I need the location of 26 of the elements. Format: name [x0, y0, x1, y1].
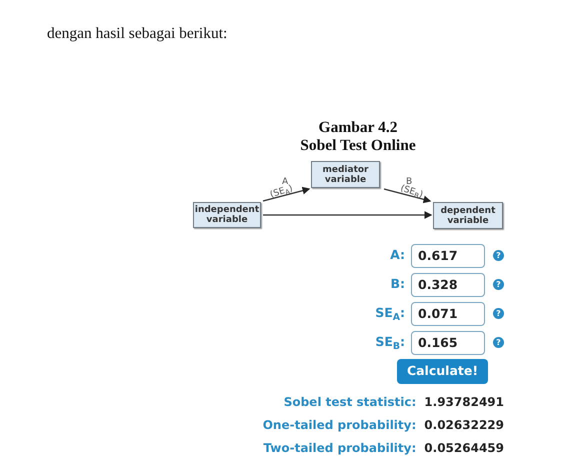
- figure-number: Gambar 4.2: [318, 119, 398, 138]
- node-box: dependent variable: [433, 202, 503, 230]
- field-label: SE$_{A}$:: [375, 304, 405, 324]
- path-label: A: [282, 177, 288, 188]
- input-field[interactable]: 0.617: [411, 244, 485, 268]
- result-label: Two-tailed probability:: [263, 440, 416, 457]
- help-icon[interactable]: ?: [493, 250, 504, 262]
- field-label: B:: [390, 275, 405, 294]
- node-box: independent variable: [193, 202, 261, 228]
- input-field[interactable]: 0.328: [411, 272, 485, 297]
- input-field[interactable]: 0.071: [411, 302, 485, 326]
- field-label: A:: [390, 246, 405, 264]
- field-label: SE$_{B}$:: [375, 333, 405, 352]
- result-value: 0.05264459: [424, 440, 504, 456]
- figure-title: Sobel Test Online: [299, 137, 417, 156]
- help-icon[interactable]: ?: [493, 337, 504, 348]
- paragraph: dengan hasil sebagai berikut:: [46, 24, 228, 44]
- result-label: One-tailed probability:: [262, 416, 416, 434]
- calculate-button[interactable]: Calculate!: [397, 359, 488, 384]
- result-label: Sobel test statistic:: [284, 394, 416, 411]
- node-box: mediator variable: [311, 161, 380, 188]
- input-field[interactable]: 0.165: [411, 330, 485, 355]
- help-icon[interactable]: ?: [493, 308, 504, 320]
- result-value: 1.93782491: [424, 394, 504, 410]
- help-icon[interactable]: ?: [493, 279, 504, 290]
- result-value: 0.02632229: [424, 416, 504, 433]
